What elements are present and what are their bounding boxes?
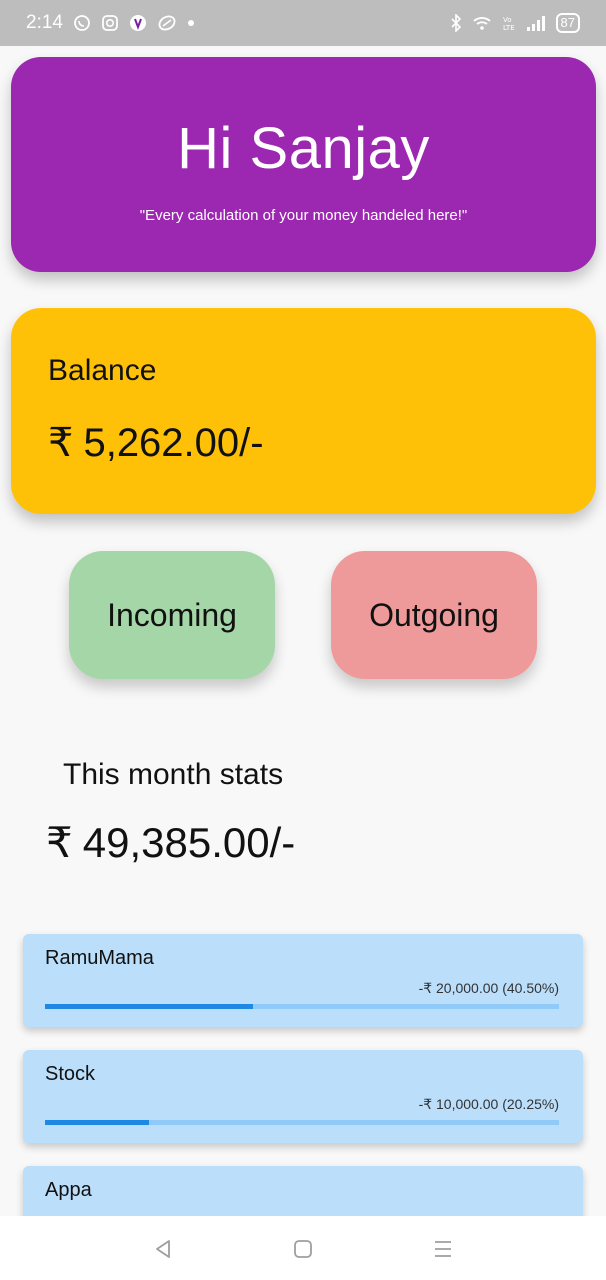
stats-amount: ₹49,385.00/- xyxy=(46,818,295,867)
stats-title: This month stats xyxy=(63,758,284,791)
expense-name: Appa xyxy=(45,1179,92,1201)
expense-name: RamuMama xyxy=(45,947,154,969)
wifi-icon xyxy=(472,15,492,31)
back-icon[interactable] xyxy=(150,1236,176,1262)
menu-icon[interactable] xyxy=(430,1236,456,1262)
status-bar: 2:14 Vo LTE 87 xyxy=(0,0,606,46)
status-time: 2:14 xyxy=(26,12,63,33)
svg-text:Vo: Vo xyxy=(503,16,512,24)
expense-progress-fill xyxy=(45,1004,254,1009)
status-left: 2:14 xyxy=(26,12,195,34)
outgoing-button[interactable]: Outgoing xyxy=(331,551,537,679)
rupee-symbol: ₹ xyxy=(46,819,73,866)
home-icon[interactable] xyxy=(290,1236,316,1262)
expense-amount: -₹ 10,000.00 (20.25%) xyxy=(418,1096,559,1112)
battery-icon: 87 xyxy=(555,13,580,33)
bluetooth-icon xyxy=(450,14,462,32)
stats-value: 49,385.00/- xyxy=(82,819,296,866)
expense-progress-track xyxy=(45,1120,559,1125)
signal-icon xyxy=(526,15,546,31)
status-right: Vo LTE 87 xyxy=(450,13,580,33)
svg-text:LTE: LTE xyxy=(503,24,515,32)
expense-item[interactable]: Stock -₹ 10,000.00 (20.25%) xyxy=(23,1050,583,1143)
balance-amount: ₹5,262.00/- xyxy=(48,420,264,466)
volte-icon: Vo LTE xyxy=(502,14,516,32)
rupee-symbol: ₹ xyxy=(48,421,74,465)
app-icon xyxy=(129,14,147,32)
balance-label: Balance xyxy=(48,354,157,387)
expense-progress-track xyxy=(45,1004,559,1009)
greeting-title: Hi Sanjay xyxy=(177,116,430,181)
dot-icon xyxy=(187,19,195,27)
vpn-icon xyxy=(157,14,177,32)
system-nav-bar xyxy=(0,1216,606,1280)
balance-value: 5,262.00/- xyxy=(83,421,264,465)
expense-name: Stock xyxy=(45,1063,96,1085)
expense-item[interactable]: RamuMama -₹ 20,000.00 (40.50%) xyxy=(23,934,583,1027)
instagram-icon xyxy=(101,14,119,32)
greeting-quote: "Every calculation of your money handele… xyxy=(139,207,468,224)
greeting-card: Hi Sanjay "Every calculation of your mon… xyxy=(11,57,596,272)
expense-amount: -₹ 20,000.00 (40.50%) xyxy=(418,980,559,996)
incoming-button[interactable]: Incoming xyxy=(69,551,275,679)
balance-card: Balance ₹5,262.00/- xyxy=(11,308,596,514)
expense-progress-fill xyxy=(45,1120,150,1125)
whatsapp-icon xyxy=(73,14,91,32)
